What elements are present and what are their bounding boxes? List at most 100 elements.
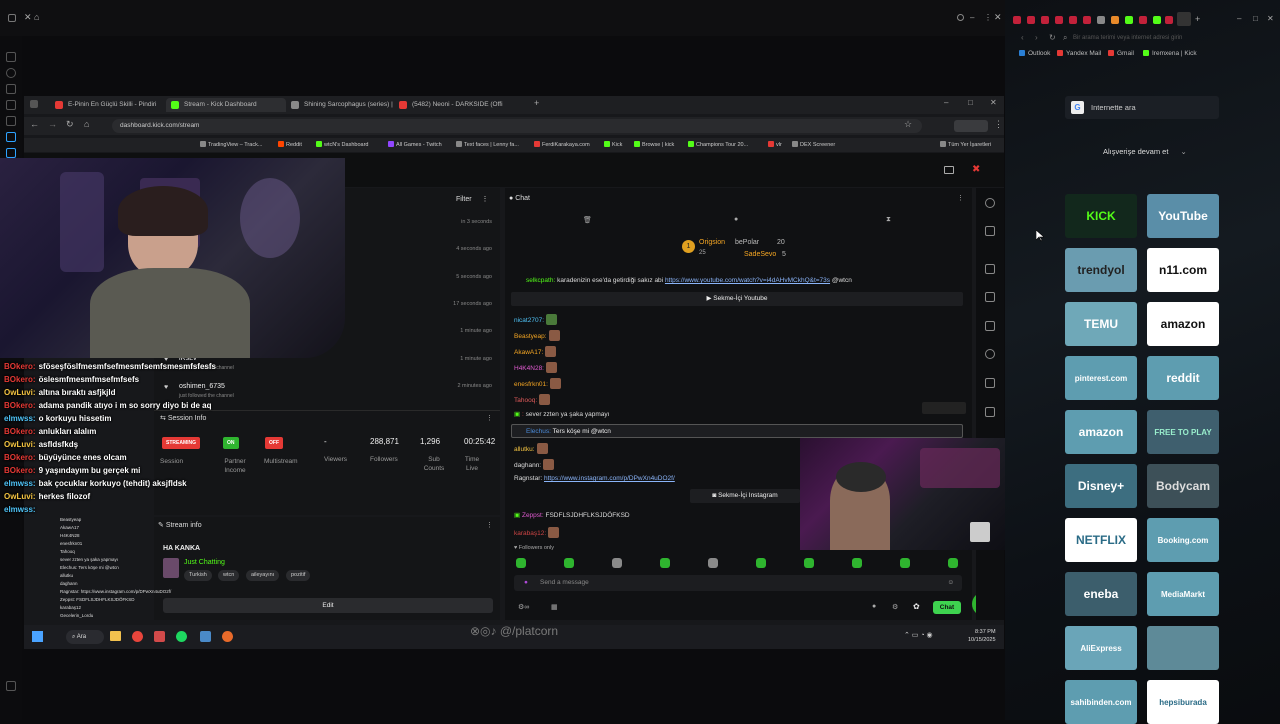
window-icon[interactable] — [8, 14, 16, 22]
menu-icon[interactable]: ⋮ — [984, 13, 992, 22]
emote-shortcut-icon[interactable] — [948, 558, 958, 568]
pencil-icon[interactable] — [985, 226, 995, 236]
windows-start-icon[interactable] — [32, 631, 43, 642]
tab-icon[interactable] — [1055, 16, 1063, 24]
tab-icon[interactable] — [1027, 16, 1035, 24]
speed-dial-tile[interactable]: reddit — [1147, 356, 1219, 400]
inner-bookmark[interactable]: Browse | kick — [634, 141, 674, 148]
bookmark-star-icon[interactable]: ☆ — [904, 119, 912, 130]
more-icon[interactable]: ⋮ — [486, 521, 493, 529]
bookmark-iremxena-kick[interactable]: Iremxena | Kick — [1143, 50, 1197, 57]
emote-shortcut-icon[interactable] — [516, 558, 526, 568]
inner-bookmark[interactable]: wtcN's Dashboard — [316, 141, 368, 148]
file-explorer-icon[interactable] — [110, 631, 121, 641]
tab-icon[interactable] — [1083, 16, 1091, 24]
chat-username[interactable]: selkcpath: — [526, 277, 555, 284]
minimize-icon[interactable]: – — [1237, 14, 1241, 23]
emote-shortcut-icon[interactable] — [852, 558, 862, 568]
speed-dial-tile[interactable]: AliExpress — [1065, 626, 1137, 670]
speed-dial-tile[interactable]: TEMU — [1065, 302, 1137, 346]
tab-menu-icon[interactable] — [30, 100, 38, 108]
chat-message-input[interactable]: ● Send a message ☺ — [514, 575, 962, 591]
tab-icon[interactable] — [1097, 16, 1105, 24]
menu-icon[interactable]: ⋮ — [994, 119, 1003, 130]
chat-username[interactable]: karabaş12: — [514, 530, 546, 537]
chat-link[interactable]: https://www.instagram.com/p/DPwXn4uDO2f/ — [544, 475, 675, 482]
chat-username[interactable]: allutku: — [514, 446, 535, 453]
chat-icon[interactable] — [985, 349, 995, 359]
layout-icon[interactable] — [944, 166, 954, 174]
chat-username[interactable]: Elechus: — [526, 428, 551, 435]
open-youtube-button[interactable]: ▶ Sekme-İçi Youtube — [511, 292, 963, 306]
hourglass-icon[interactable]: ⧗ — [886, 216, 891, 224]
app-icon[interactable] — [222, 631, 233, 642]
open-instagram-button[interactable]: ◙ Sekme-İçi Instagram — [690, 489, 800, 503]
speed-dial-tile[interactable]: trendyol — [1065, 248, 1137, 292]
chat-username[interactable]: Ragnstar: — [514, 475, 542, 482]
chat-username[interactable]: Beastyeap: — [514, 333, 547, 340]
clipboard-icon[interactable] — [985, 321, 995, 331]
emote-shortcut-icon[interactable] — [612, 558, 622, 568]
stream-category[interactable]: Just Chatting — [184, 559, 225, 566]
emote-shortcut-icon[interactable] — [708, 558, 718, 568]
chat-bubble-icon[interactable]: ● — [872, 603, 876, 610]
inner-bookmark[interactable]: Tüm Yer İşaretleri — [940, 141, 991, 148]
inner-bookmark[interactable]: FerdiKarakaya.com — [534, 141, 590, 148]
gift-icon[interactable]: ✿ — [913, 602, 920, 611]
tab-icon[interactable] — [1013, 16, 1021, 24]
chat-username[interactable]: nicat2707: — [514, 317, 544, 324]
chat-username[interactable]: AkawA17: — [514, 349, 543, 356]
emote-shortcut-icon[interactable] — [900, 558, 910, 568]
trash-icon[interactable]: 🗑 — [583, 216, 592, 224]
message-actions[interactable] — [922, 402, 966, 414]
speed-dial-tile[interactable]: amazon — [1147, 302, 1219, 346]
close-icon[interactable]: ✕ — [990, 98, 997, 107]
reload-icon[interactable]: ↻ — [66, 119, 74, 130]
speed-dial-tile[interactable]: n11.com — [1147, 248, 1219, 292]
chrome-icon[interactable] — [132, 631, 143, 642]
emote-shortcut-icon[interactable] — [756, 558, 766, 568]
speed-dial-tile[interactable]: amazon — [1065, 410, 1137, 454]
chat-tools-icon[interactable]: ⚙∞ — [518, 603, 529, 611]
back-icon[interactable]: ← — [30, 119, 39, 129]
more-icon[interactable]: ⋮ — [486, 414, 493, 422]
speed-dial-tile[interactable]: eneba — [1065, 572, 1137, 616]
tab-icon[interactable] — [1041, 16, 1049, 24]
reload-icon[interactable]: ↻ — [1049, 30, 1056, 46]
inner-tab[interactable]: Shining Sarcophagus (series) | — [286, 98, 394, 112]
sidebar-icon-5[interactable] — [6, 116, 16, 126]
taskbar-search[interactable]: ⌕ Ara — [66, 630, 104, 644]
inner-bookmark[interactable]: All Games - Twitch — [388, 141, 442, 148]
tab-icon[interactable] — [1069, 16, 1077, 24]
info-icon[interactable] — [985, 198, 995, 208]
speed-dial-tile[interactable]: Booking.com — [1147, 518, 1219, 562]
maximize-icon[interactable]: □ — [968, 98, 973, 107]
inner-bookmark[interactable]: Champions Tour 20... — [688, 141, 748, 148]
profile-badge[interactable] — [954, 120, 988, 132]
app-icon[interactable] — [154, 631, 165, 642]
download-icon[interactable] — [6, 84, 16, 94]
multistream-badge[interactable]: OFF — [265, 437, 283, 449]
chat-username[interactable]: enesfrkn01: — [514, 381, 548, 388]
tab-icon[interactable] — [1111, 16, 1119, 24]
mic-icon[interactable]: ● — [524, 575, 528, 591]
chat-username[interactable]: H4K4N28: — [514, 365, 544, 372]
chat-username[interactable]: Zeppst: — [522, 512, 544, 519]
filter-button[interactable]: Filter ⋮ — [456, 195, 489, 203]
lightning-icon[interactable] — [985, 292, 995, 302]
inner-bookmark[interactable]: TradingView – Track... — [200, 141, 262, 148]
steam-icon[interactable] — [200, 631, 211, 642]
new-tab-icon[interactable]: + — [534, 98, 539, 108]
inner-tab-active[interactable]: Stream - Kick Dashboard — [166, 98, 286, 112]
taskbar-clock[interactable]: 8:37 PM 10/15/2025 — [968, 628, 996, 644]
sidebar-icon-1[interactable] — [6, 52, 16, 62]
tab-icon[interactable] — [1165, 16, 1173, 24]
chat-bubble-icon[interactable]: ● — [734, 216, 738, 223]
forward-icon[interactable]: → — [48, 119, 57, 129]
calendar-icon[interactable]: ▦ — [551, 603, 558, 611]
speed-dial-tile[interactable] — [1147, 626, 1219, 670]
chat-link[interactable]: https://www.youtube.com/watch?v=i4dAHvMC… — [665, 277, 830, 284]
send-chat-button[interactable]: Chat — [933, 601, 961, 614]
new-tab-icon[interactable]: + — [1195, 14, 1200, 24]
spotify-icon[interactable] — [176, 631, 187, 642]
